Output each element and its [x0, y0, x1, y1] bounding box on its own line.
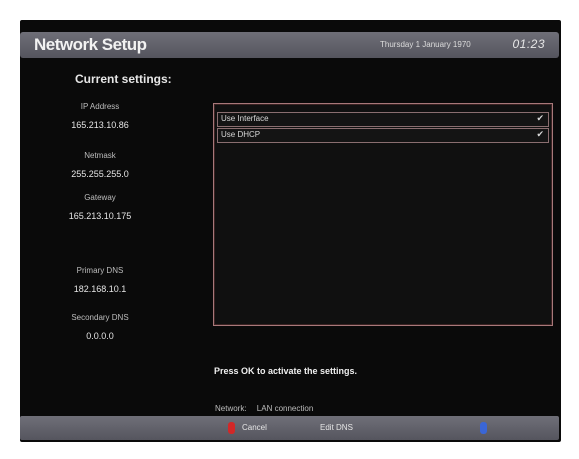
ip-address-label: IP Address: [80, 102, 120, 111]
gateway-value: 165.213.10.175: [68, 211, 132, 221]
network-status: Network: LAN connection: [215, 404, 313, 413]
checkmark-icon: ✔: [536, 129, 544, 139]
network-label: Network:: [215, 404, 247, 413]
hint-text: Press OK to activate the settings.: [214, 366, 358, 376]
secondary-dns-label: Secondary DNS: [71, 313, 129, 322]
edit-dns-button[interactable]: Edit DNS: [320, 423, 353, 432]
current-settings-heading: Current settings:: [75, 72, 172, 86]
ip-address-field: IP Address 165.213.10.86: [40, 102, 160, 130]
title-bar: Network Setup Thursday 1 January 1970 01…: [20, 32, 559, 58]
primary-dns-label: Primary DNS: [76, 266, 124, 275]
clock: 01:23: [512, 37, 545, 51]
secondary-dns-field: Secondary DNS 0.0.0.0: [40, 313, 160, 341]
ip-address-value: 165.213.10.86: [71, 120, 129, 130]
bottom-bar: Cancel Edit DNS: [20, 416, 559, 440]
network-value: LAN connection: [256, 404, 314, 413]
secondary-dns-value: 0.0.0.0: [86, 331, 114, 341]
gateway-field: Gateway 165.213.10.175: [40, 193, 160, 221]
option-label: Use DHCP: [221, 130, 261, 139]
primary-dns-value: 182.168.10.1: [73, 284, 127, 294]
red-button-icon[interactable]: [228, 422, 235, 434]
blue-button-icon[interactable]: [480, 422, 487, 434]
netmask-label: Netmask: [84, 151, 116, 160]
cancel-button[interactable]: Cancel: [242, 423, 267, 432]
option-use-dhcp[interactable]: Use DHCP ✔: [217, 128, 549, 143]
option-use-interface[interactable]: Use Interface ✔: [217, 112, 549, 127]
gateway-label: Gateway: [84, 193, 116, 202]
netmask-field: Netmask 255.255.255.0: [40, 151, 160, 179]
option-label: Use Interface: [221, 114, 269, 123]
primary-dns-field: Primary DNS 182.168.10.1: [40, 266, 160, 294]
date-display: Thursday 1 January 1970: [380, 40, 471, 49]
checkmark-icon: ✔: [536, 113, 544, 123]
netmask-value: 255.255.255.0: [71, 169, 129, 179]
settings-list: Use Interface ✔ Use DHCP ✔: [213, 103, 553, 326]
page-title: Network Setup: [34, 35, 147, 54]
